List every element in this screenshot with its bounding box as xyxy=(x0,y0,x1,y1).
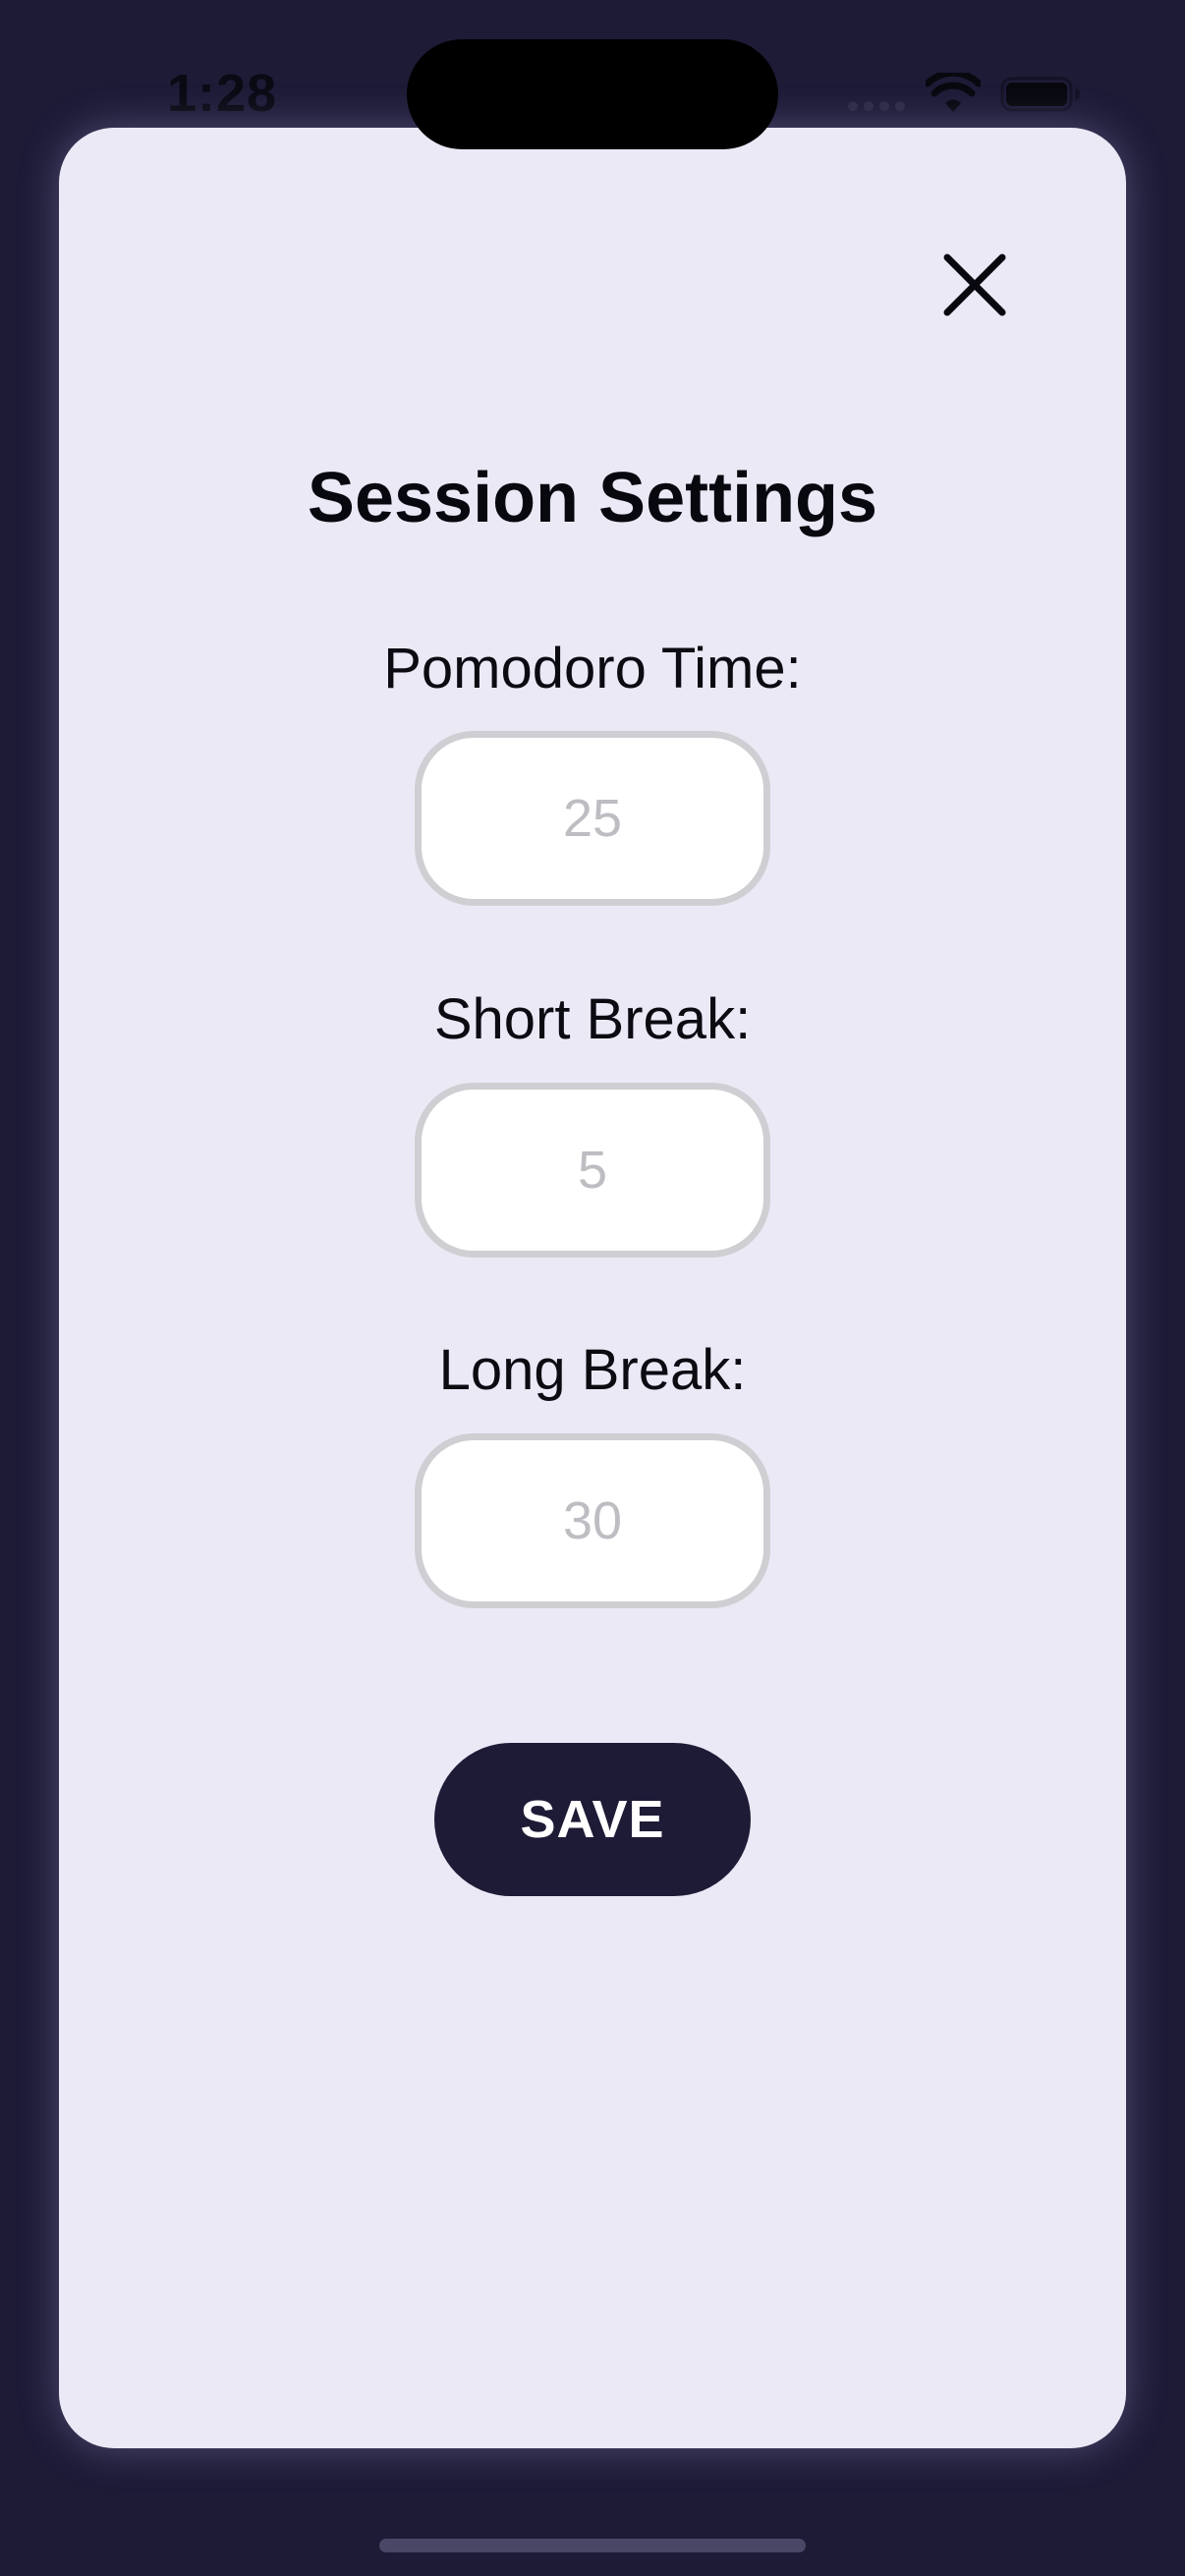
short-break-label: Short Break: xyxy=(433,987,752,1051)
long-break-label: Long Break: xyxy=(438,1338,747,1402)
session-settings-modal: Session Settings Pomodoro Time: Short Br… xyxy=(59,128,1126,2448)
close-button[interactable] xyxy=(928,238,1022,332)
status-time: 1:28 xyxy=(167,64,278,123)
pomodoro-time-label: Pomodoro Time: xyxy=(383,637,802,700)
cellular-signal-icon xyxy=(848,101,905,111)
pomodoro-time-input[interactable] xyxy=(415,731,770,906)
long-break-input[interactable] xyxy=(415,1433,770,1608)
save-button[interactable]: SAVE xyxy=(434,1743,751,1896)
short-break-input[interactable] xyxy=(415,1083,770,1258)
wifi-icon xyxy=(926,73,981,112)
battery-icon xyxy=(1000,77,1080,112)
dynamic-island xyxy=(407,39,778,149)
home-indicator[interactable] xyxy=(379,2539,806,2552)
close-icon xyxy=(943,253,1006,316)
status-bar: 1:28 xyxy=(0,0,1185,149)
page-title: Session Settings xyxy=(307,459,878,537)
